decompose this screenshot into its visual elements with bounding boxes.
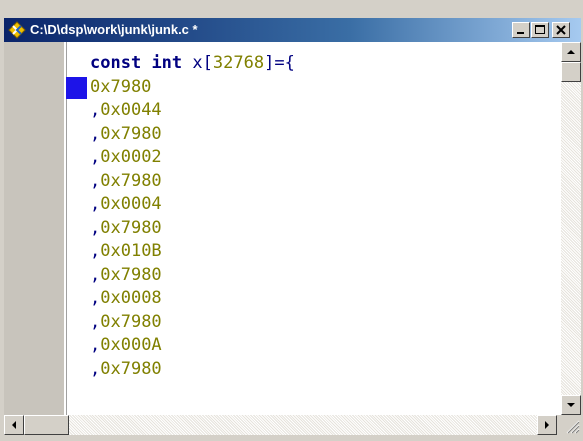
- arrow-down-icon: [567, 403, 575, 407]
- line-prefix: ,: [90, 170, 101, 191]
- hex-value: 0x7980: [90, 76, 152, 97]
- hex-value: 0x0004: [100, 194, 162, 214]
- declaration-line[interactable]: const int x[32768]={: [90, 52, 550, 76]
- line-prefix: ,: [90, 123, 101, 144]
- editor-client-area[interactable]: const int x[32768]={ 0x7980 ,0x0044 ,0x7…: [4, 42, 581, 415]
- horizontal-scroll-thumb[interactable]: [24, 415, 69, 435]
- close-icon: [556, 25, 566, 35]
- hex-value: 0x010B: [100, 241, 162, 261]
- scroll-up-button[interactable]: [561, 42, 581, 62]
- code-line[interactable]: ,0x0004: [90, 193, 550, 217]
- code-line[interactable]: ,0x0002: [90, 146, 550, 170]
- line-prefix: ,: [90, 194, 101, 214]
- hex-value: 0x0002: [100, 147, 162, 167]
- close-button[interactable]: [552, 22, 570, 38]
- code-line[interactable]: ,0x7980: [90, 170, 550, 194]
- line-prefix: ,: [90, 288, 101, 308]
- hex-value: 0x7980: [100, 170, 162, 191]
- array-size: 32768: [212, 53, 265, 73]
- code-line[interactable]: ,0x7980: [90, 358, 550, 382]
- arrow-left-icon: [12, 421, 16, 429]
- code-area[interactable]: const int x[32768]={ 0x7980 ,0x0044 ,0x7…: [90, 52, 550, 381]
- code-line[interactable]: ,0x7980: [90, 217, 550, 241]
- size-grip[interactable]: [561, 415, 581, 435]
- editor-window: C:\D\dsp\work\junk\junk.c * const int x[…: [0, 0, 583, 441]
- scroll-down-button[interactable]: [561, 395, 581, 415]
- hex-value: 0x7980: [100, 264, 162, 285]
- line-prefix: ,: [90, 147, 101, 167]
- hex-value: 0x000A: [100, 335, 162, 355]
- code-line[interactable]: ,0x0044: [90, 99, 550, 123]
- scroll-left-button[interactable]: [4, 415, 24, 435]
- maximize-button[interactable]: [531, 22, 549, 38]
- line-prefix: ,: [90, 217, 101, 238]
- keyword-int: int: [151, 53, 183, 73]
- line-prefix: ,: [90, 311, 101, 332]
- source-file-icon[interactable]: [8, 21, 26, 39]
- resize-grip-icon: [566, 420, 580, 434]
- arrow-up-icon: [567, 50, 575, 54]
- horizontal-scrollbar[interactable]: [4, 415, 557, 435]
- code-line[interactable]: ,0x000A: [90, 334, 550, 358]
- line-prefix: ,: [90, 335, 101, 355]
- code-line[interactable]: ,0x010B: [90, 240, 550, 264]
- line-prefix: ,: [90, 358, 101, 379]
- array-initializer-open: ]={: [264, 53, 295, 73]
- code-line[interactable]: 0x7980: [90, 76, 550, 100]
- editor-gutter[interactable]: [4, 42, 64, 415]
- hex-value: 0x7980: [100, 311, 162, 332]
- hex-value: 0x7980: [100, 358, 162, 379]
- minimize-button[interactable]: [512, 22, 530, 38]
- bookmark-marker[interactable]: [66, 77, 87, 99]
- code-line[interactable]: ,0x0008: [90, 287, 550, 311]
- array-identifier: x: [192, 53, 203, 73]
- hex-value: 0x7980: [100, 217, 162, 238]
- keyword-const: const: [90, 53, 142, 73]
- hex-value: 0x0044: [100, 100, 162, 120]
- open-bracket: [: [202, 53, 213, 73]
- line-prefix: ,: [90, 264, 101, 285]
- vertical-scrollbar[interactable]: [561, 42, 581, 415]
- scroll-right-button[interactable]: [537, 415, 557, 435]
- arrow-right-icon: [545, 421, 549, 429]
- hex-value: 0x7980: [100, 123, 162, 144]
- window-title: C:\D\dsp\work\junk\junk.c *: [30, 22, 198, 37]
- code-line[interactable]: ,0x7980: [90, 264, 550, 288]
- hex-value: 0x0008: [100, 288, 162, 308]
- line-prefix: ,: [90, 241, 101, 261]
- minimize-icon: [517, 32, 524, 34]
- title-bar[interactable]: C:\D\dsp\work\junk\junk.c *: [4, 18, 581, 42]
- maximize-icon: [535, 25, 545, 34]
- line-prefix: ,: [90, 100, 101, 120]
- code-line[interactable]: ,0x7980: [90, 311, 550, 335]
- code-line[interactable]: ,0x7980: [90, 123, 550, 147]
- vertical-scroll-thumb[interactable]: [561, 62, 581, 82]
